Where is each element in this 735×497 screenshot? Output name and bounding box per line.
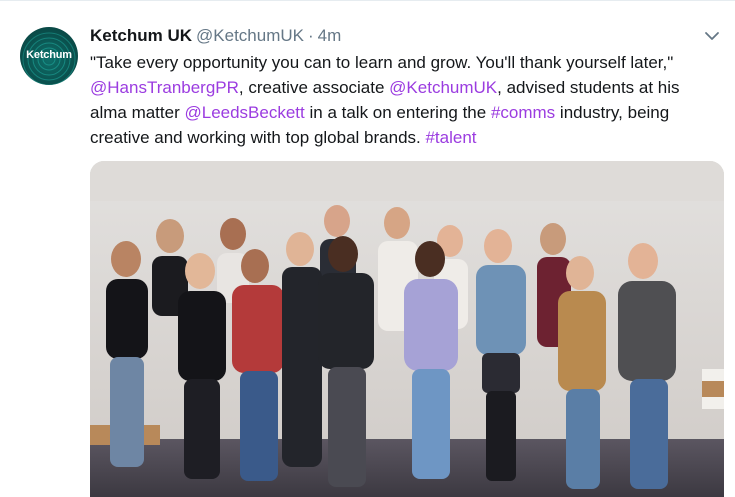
hashtag-link[interactable]: #comms — [491, 103, 555, 122]
tweet-header: Ketchum UK @KetchumUK · 4m — [90, 25, 341, 47]
group-photo-image — [90, 161, 724, 497]
timestamp[interactable]: 4m — [318, 26, 342, 45]
avatar-logo-text: Ketchum — [26, 49, 72, 61]
mention-link[interactable]: @KetchumUK — [389, 78, 497, 97]
user-handle[interactable]: @KetchumUK — [196, 26, 304, 45]
tweet-text-segment: "Take every opportunity you can to learn… — [90, 53, 674, 72]
separator-dot: · — [307, 26, 314, 45]
tweet-text: "Take every opportunity you can to learn… — [90, 50, 720, 150]
avatar[interactable]: Ketchum — [20, 27, 78, 85]
chevron-down-icon[interactable] — [704, 28, 720, 44]
tweet-text-segment: in a talk on entering the — [304, 103, 491, 122]
tweet-photo[interactable] — [90, 161, 724, 497]
hashtag-link[interactable]: #talent — [425, 128, 476, 147]
mention-link[interactable]: @HansTranbergPR — [90, 78, 239, 97]
divider — [0, 0, 735, 1]
tweet-text-segment: , creative associate — [238, 78, 390, 97]
mention-link[interactable]: @LeedsBeckett — [184, 103, 304, 122]
tweet-card[interactable]: Ketchum Ketchum UK @KetchumUK · 4m "Take ev… — [0, 0, 735, 497]
display-name[interactable]: Ketchum UK — [90, 26, 192, 45]
